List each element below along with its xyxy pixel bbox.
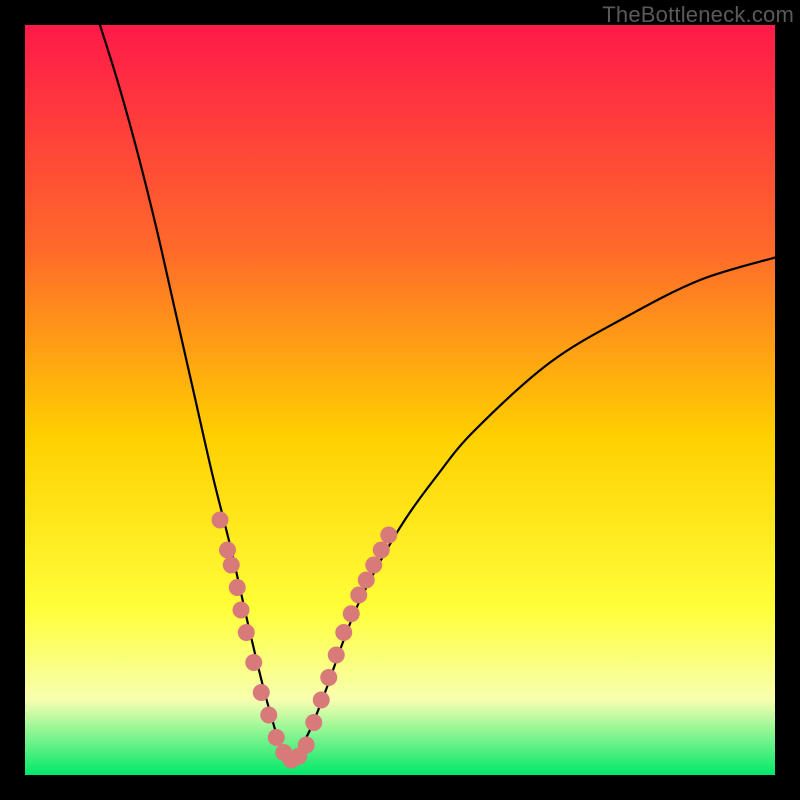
chart-background-gradient xyxy=(25,25,775,775)
chart-frame xyxy=(25,25,775,775)
